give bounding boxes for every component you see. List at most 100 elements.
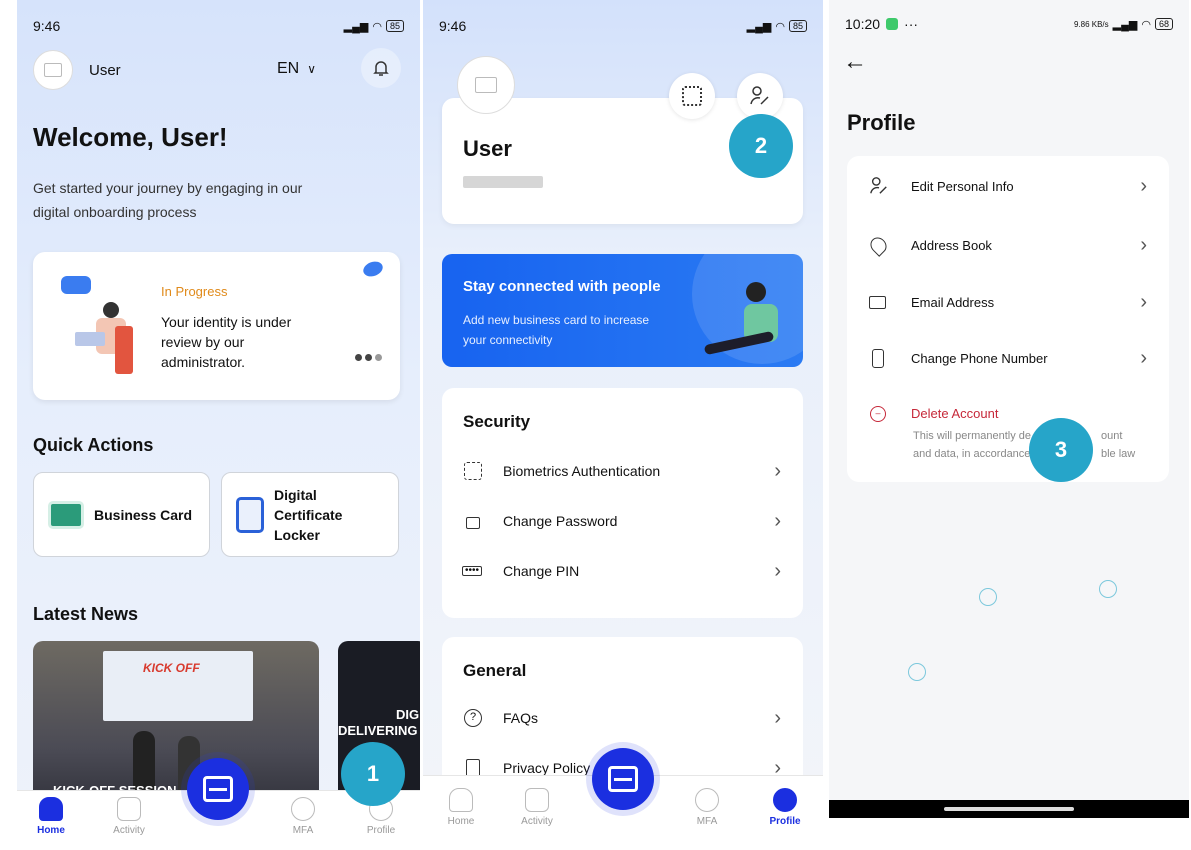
nav-activity-label: Activity xyxy=(113,825,145,836)
nav-mfa[interactable]: MFA xyxy=(677,788,737,827)
help-icon: ? xyxy=(464,709,482,727)
email-address-label: Email Address xyxy=(911,294,995,310)
mfa-icon xyxy=(291,797,315,821)
nav-activity-label: Activity xyxy=(521,816,553,827)
progress-card[interactable]: In Progress Your identity is under revie… xyxy=(33,252,400,400)
chevron-right-icon: › xyxy=(774,509,781,532)
nav-activity[interactable]: Activity xyxy=(99,797,159,836)
wifi-icon: ◠ xyxy=(372,20,382,33)
more-icon: ··· xyxy=(904,16,919,32)
image-placeholder-icon xyxy=(44,63,62,77)
messaging-icon xyxy=(886,18,899,30)
business-card-label: Business Card xyxy=(94,506,193,523)
signal-icon: ▂▄▆ xyxy=(343,20,369,33)
battery-icon: 85 xyxy=(788,20,807,32)
avatar[interactable] xyxy=(457,56,515,114)
promo-title: Stay connected with people xyxy=(463,278,661,295)
back-arrow-icon[interactable]: ← xyxy=(843,48,867,76)
activity-icon xyxy=(525,788,549,812)
chevron-down-icon: ∨ xyxy=(307,62,317,76)
lock-icon xyxy=(466,517,480,529)
email-address-row[interactable]: Email Address › xyxy=(847,290,1169,314)
wifi-icon: ◠ xyxy=(1141,18,1151,31)
nav-home[interactable]: Home xyxy=(431,788,491,827)
gesture-bar xyxy=(829,800,1189,818)
change-pin-row[interactable]: •••• Change PIN › xyxy=(442,558,803,584)
address-book-label: Address Book xyxy=(911,237,992,253)
certificate-locker-icon xyxy=(236,496,264,533)
step-badge-3: 3 xyxy=(1029,418,1093,482)
home-screen: 9:46 ▂▄▆ ◠ 85 User EN ∨ Welcome, User! Get… xyxy=(17,0,420,850)
activity-icon xyxy=(117,797,141,821)
intro-text: Get started your journey by engaging in … xyxy=(33,180,303,220)
status-bar: 10:20 ··· 9.86 KB/s ▂▄▆ ◠ 68 xyxy=(829,12,1189,36)
delete-account-label: Delete Account xyxy=(911,406,999,421)
chevron-right-icon: › xyxy=(1140,233,1147,256)
face-scan-icon xyxy=(464,462,482,480)
business-card-button[interactable]: Business Card xyxy=(33,472,210,557)
status-time: 10:20 xyxy=(845,16,881,32)
digital-certificate-button[interactable]: Digital Certificate Locker xyxy=(221,472,399,557)
delete-account-row[interactable]: – Delete Account This will permanently d… xyxy=(847,402,1169,464)
pager-dots xyxy=(355,354,382,361)
sad-face-icon: – xyxy=(870,406,886,422)
avatar[interactable] xyxy=(33,50,73,90)
nav-profile-label: Profile xyxy=(366,825,396,836)
language-selector[interactable]: EN ∨ xyxy=(277,60,316,78)
signal-icon: ▂▄▆ xyxy=(746,20,772,33)
chevron-right-icon: › xyxy=(774,706,781,729)
delete-account-desc-1: This will permanently de xyxy=(913,430,1031,442)
edit-personal-info-row[interactable]: Edit Personal Info › xyxy=(847,174,1169,198)
edit-personal-info-label: Edit Personal Info xyxy=(911,178,1014,194)
quick-actions-title: Quick Actions xyxy=(33,435,154,455)
qr-code-button[interactable] xyxy=(669,73,715,119)
delete-account-desc-2: and data, in accordance xyxy=(913,448,1031,460)
news-banner-text: KICK OFF xyxy=(143,661,200,675)
battery-icon: 85 xyxy=(385,20,404,32)
security-title: Security xyxy=(463,412,531,431)
page-title: Profile xyxy=(847,110,916,135)
qr-scan-button[interactable] xyxy=(187,758,249,820)
nav-home-label: Home xyxy=(447,816,475,827)
profile-options-card: Edit Personal Info › Address Book › Emai… xyxy=(847,156,1169,482)
promo-banner[interactable]: Stay connected with people Add new busin… xyxy=(442,254,803,367)
faqs-label: FAQs xyxy=(503,710,539,726)
chevron-right-icon: › xyxy=(774,559,781,582)
status-bar: 9:46 ▂▄▆ ◠ 85 xyxy=(423,14,823,38)
nav-mfa[interactable]: MFA xyxy=(273,797,333,836)
change-password-row[interactable]: Change Password › xyxy=(442,508,803,534)
edit-profile-button[interactable] xyxy=(737,73,783,119)
status-time: 9:46 xyxy=(439,18,467,34)
digital-certificate-label: Digital Certificate Locker xyxy=(274,486,343,543)
address-book-row[interactable]: Address Book › xyxy=(847,233,1169,257)
mfa-icon xyxy=(695,788,719,812)
decorative-blob xyxy=(361,259,385,279)
image-placeholder-icon xyxy=(475,77,497,93)
welcome-title: Welcome, User! xyxy=(33,122,228,152)
location-pin-icon xyxy=(867,233,890,257)
change-phone-number-row[interactable]: Change Phone Number › xyxy=(847,346,1169,370)
nav-profile[interactable]: Profile xyxy=(755,788,815,827)
step-badge-1: 1 xyxy=(341,742,405,806)
nav-profile-label: Profile xyxy=(769,816,801,827)
biometrics-row[interactable]: Biometrics Authentication › xyxy=(442,458,803,484)
home-icon xyxy=(449,788,473,812)
qr-scan-button[interactable] xyxy=(592,748,654,810)
pin-icon: •••• xyxy=(462,566,483,576)
nav-mfa-label: MFA xyxy=(292,825,314,836)
privacy-policy-label: Privacy Policy xyxy=(503,760,591,776)
nav-activity[interactable]: Activity xyxy=(507,788,567,827)
wifi-icon: ◠ xyxy=(775,20,785,33)
latest-news-title: Latest News xyxy=(33,604,139,624)
nav-home[interactable]: Home xyxy=(21,797,81,836)
faqs-row[interactable]: ? FAQs › xyxy=(442,705,803,731)
user-name: User xyxy=(89,62,121,79)
delete-account-desc-1b: ount xyxy=(1101,430,1123,442)
change-password-label: Change Password xyxy=(503,513,618,529)
profile-settings-screen: 10:20 ··· 9.86 KB/s ▂▄▆ ◠ 68 ← Profile E… xyxy=(829,0,1189,818)
chevron-right-icon: › xyxy=(1140,290,1147,313)
promo-text: Add new business card to increase your c… xyxy=(463,313,650,347)
progress-text: Your identity is under review by our adm… xyxy=(161,314,292,370)
change-pin-label: Change PIN xyxy=(503,563,580,579)
bell-icon[interactable] xyxy=(361,48,401,88)
